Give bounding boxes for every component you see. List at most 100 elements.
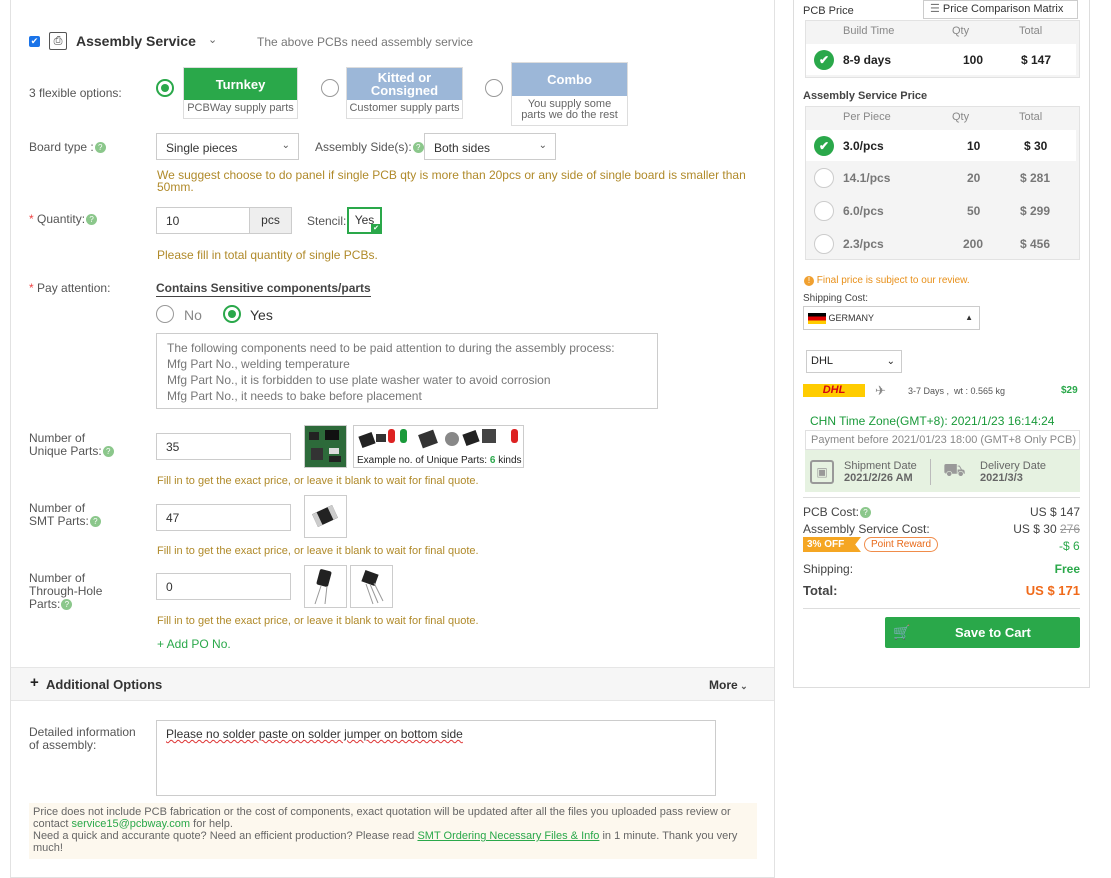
turnkey-title: Turnkey <box>184 68 297 100</box>
unique-example-caption: Example no. of Unique Parts: 6 kinds <box>357 455 522 466</box>
smt-files-link[interactable]: SMT Ordering Necessary Files & Info <box>417 830 599 842</box>
chevron-down-icon: ⌄ <box>281 140 290 151</box>
transistor-image <box>350 565 393 608</box>
discount-badge: 3% OFF <box>803 537 861 552</box>
pcb-price-label: PCB Price <box>803 5 854 17</box>
germany-flag-icon <box>808 313 826 325</box>
shipping-row: Shipping: Free <box>803 562 1080 576</box>
unique-parts-input[interactable]: 35 <box>156 433 291 460</box>
assembly-service-checkbox[interactable]: ✔ <box>29 36 40 47</box>
caret-up-icon: ▲ <box>965 313 973 322</box>
asm-price-row[interactable]: ✔ 3.0/pcs 10 $ 30 <box>806 130 1076 161</box>
smt-parts-hint: Fill in to get the exact price, or leave… <box>157 545 479 557</box>
chevron-down-icon: ⌄ <box>737 681 748 691</box>
price-notice: Price does not include PCB fabrication o… <box>29 803 757 859</box>
divider <box>930 459 931 485</box>
asm-header-total: Total <box>1019 111 1043 123</box>
combo-option[interactable]: Combo You supply some parts we do the re… <box>511 62 628 126</box>
asm-price-row[interactable]: 6.0/pcs 50 $ 299 <box>806 195 1076 226</box>
th-parts-input[interactable]: 0 <box>156 573 291 600</box>
asm-price-row[interactable]: 14.1/pcs 20 $ 281 <box>806 162 1076 193</box>
capacitor-image <box>304 565 347 608</box>
radio-circle <box>814 201 834 221</box>
combo-title: Combo <box>512 63 627 96</box>
pcb-header-qty: Qty <box>952 25 970 37</box>
panel-warning: We suggest choose to do panel if single … <box>157 168 746 194</box>
smt-parts-label: Number of SMT Parts:? <box>29 502 101 528</box>
smt-parts-input[interactable]: 47 <box>156 504 291 531</box>
kitted-desc: Customer supply parts <box>349 102 460 114</box>
country-select[interactable]: GERMANY ▲ <box>803 306 980 330</box>
pcb-board-image <box>304 425 347 468</box>
price-matrix-button[interactable]: ☰ Price Comparison Matrix <box>923 0 1078 19</box>
check-icon: ✔ <box>371 224 381 233</box>
help-icon[interactable]: ? <box>412 142 424 154</box>
quantity-unit: pcs <box>249 207 292 234</box>
help-icon[interactable]: ? <box>102 446 114 458</box>
divider <box>803 497 1080 498</box>
sensitive-no-label: No <box>184 307 202 323</box>
shipment-date-label: Shipment Date <box>844 460 917 472</box>
quantity-label: * Quantity:? <box>29 213 98 226</box>
chevron-down-icon: ⌄ <box>538 140 547 151</box>
detail-textarea[interactable]: Please no solder paste on solder jumper … <box>156 720 716 796</box>
sensitive-line: The following components need to be paid… <box>167 341 615 355</box>
list-icon: ☰ <box>930 3 943 15</box>
asm-cost-row: Assembly Service Cost: US $ 30 276 <box>803 522 1080 536</box>
sensitive-no-radio[interactable] <box>156 305 174 323</box>
assembly-side-label: Assembly Side(s):? <box>315 140 424 154</box>
pcb-price-row[interactable]: ✔ 8-9 days 100 $ 147 <box>806 44 1076 75</box>
airplane-icon: ✈ <box>875 383 886 398</box>
sensitive-line: Mfg Part No., welding temperature <box>167 357 350 371</box>
options-label: 3 flexible options: <box>29 86 122 100</box>
quantity-input[interactable]: 10 <box>156 207 250 234</box>
discount-value: -$ 6 <box>1059 539 1080 553</box>
info-icon: ! <box>804 276 814 286</box>
board-type-select[interactable]: Single pieces ⌄ <box>156 133 299 160</box>
radio-circle <box>814 234 834 254</box>
th-parts-hint: Fill in to get the exact price, or leave… <box>157 615 479 627</box>
sensitive-textarea[interactable]: The following components need to be paid… <box>156 333 658 409</box>
turnkey-radio[interactable] <box>156 79 174 97</box>
add-po-link[interactable]: + Add PO No. <box>157 637 231 651</box>
carrier-select[interactable]: DHL ⌄ <box>806 350 902 373</box>
combo-radio[interactable] <box>485 79 503 97</box>
sensitive-title: Contains Sensitive components/parts <box>156 281 371 297</box>
chevron-down-icon[interactable]: ⌄ <box>208 33 217 46</box>
divider <box>803 608 1080 609</box>
kitted-radio[interactable] <box>321 79 339 97</box>
review-note: ! Final price is subject to our review. <box>804 275 970 286</box>
turnkey-option[interactable]: Turnkey PCBWay supply parts <box>183 67 298 119</box>
point-reward-badge[interactable]: Point Reward <box>864 537 939 552</box>
support-email-link[interactable]: service15@pcbway.com <box>72 818 191 830</box>
sensitive-yes-label: Yes <box>250 307 273 323</box>
assembly-side-select[interactable]: Both sides ⌄ <box>424 133 556 160</box>
help-icon[interactable]: ? <box>61 599 73 611</box>
more-toggle[interactable]: More ⌄ <box>709 678 748 692</box>
chevron-down-icon: ⌄ <box>886 356 895 367</box>
help-icon[interactable]: ? <box>94 142 106 154</box>
check-icon: ✔ <box>814 50 834 70</box>
total-row: Total: US $ 171 <box>803 583 1080 598</box>
unique-parts-label: Number of Unique Parts:? <box>29 432 114 458</box>
assembly-service-title: Assembly Service <box>76 33 196 49</box>
pcb-header-build: Build Time <box>843 25 895 37</box>
asm-price-label: Assembly Service Price <box>803 90 928 102</box>
asm-price-row[interactable]: 2.3/pcs 200 $ 456 <box>806 228 1076 259</box>
smt-resistor-image <box>304 495 347 538</box>
pcb-cost-row: PCB Cost:? US $ 147 <box>803 505 1080 519</box>
sensitive-yes-radio[interactable] <box>223 305 241 323</box>
th-parts-label: Number of Through-Hole Parts:? <box>29 571 103 611</box>
help-icon[interactable]: ? <box>89 516 101 528</box>
save-to-cart-button[interactable]: 🛒 Save to Cart <box>885 617 1080 648</box>
stencil-label: Stencil: <box>307 214 347 228</box>
combo-desc: You supply some parts we do the rest <box>521 98 618 121</box>
dhl-logo: DHL <box>803 384 865 397</box>
turnkey-desc: PCBWay supply parts <box>187 102 294 114</box>
kitted-option[interactable]: Kitted or Consigned Customer supply part… <box>346 67 463 119</box>
cart-icon: 🛒 <box>893 624 911 640</box>
additional-options-title: Additional Options <box>46 677 163 692</box>
unique-parts-example: Example no. of Unique Parts: 6 kinds <box>353 425 524 468</box>
help-icon[interactable]: ? <box>860 507 872 519</box>
help-icon[interactable]: ? <box>86 214 98 226</box>
